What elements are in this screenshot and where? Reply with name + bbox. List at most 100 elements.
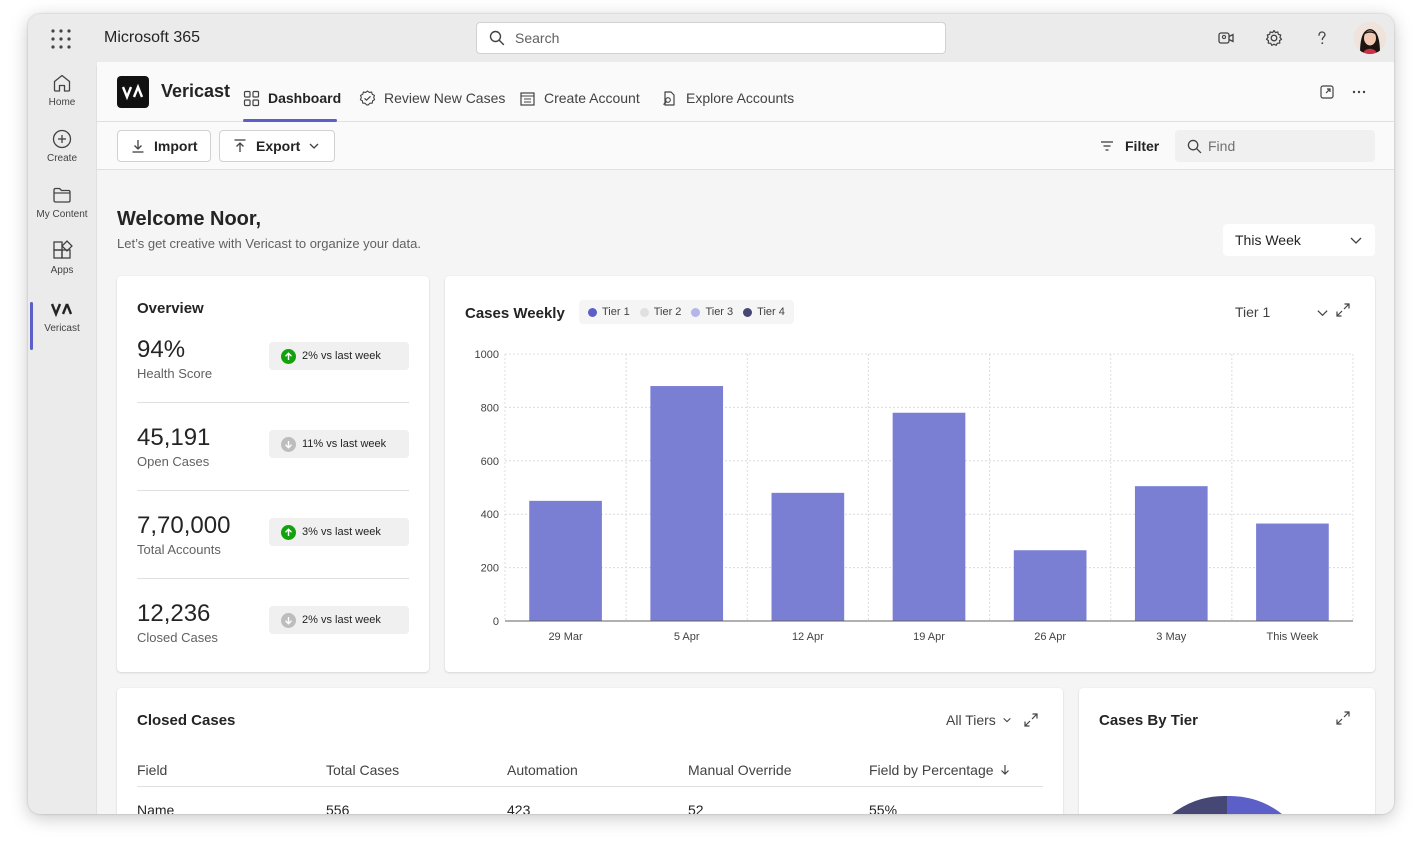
tier-filter-dropdown[interactable]: All Tiers <box>946 712 1012 728</box>
export-button[interactable]: Export <box>219 130 335 162</box>
user-avatar[interactable] <box>1354 22 1386 54</box>
y-tick-label: 400 <box>481 509 499 521</box>
bar-29-mar <box>529 500 602 621</box>
divider <box>137 578 409 579</box>
filter-button[interactable]: Filter <box>1099 138 1159 154</box>
arrow-down-icon <box>281 612 296 628</box>
download-arrow-icon <box>132 140 144 153</box>
tab-review-new-cases[interactable]: Review New Cases <box>359 88 505 108</box>
find-placeholder: Find <box>1208 138 1236 154</box>
import-button[interactable]: Import <box>117 130 211 162</box>
x-tick-label: This Week <box>1267 631 1319 643</box>
legend-dot <box>743 307 753 317</box>
legend-label: Tier 1 <box>602 306 630 318</box>
app-content: Vericast Dashboard Review New Cases Crea… <box>96 62 1394 814</box>
table-cell: Name <box>137 802 175 814</box>
trend-text: 11% vs last week <box>302 438 387 450</box>
chart-legend: Tier 1 Tier 2 Tier 3 Tier 4 <box>579 300 794 324</box>
help-icon[interactable] <box>1312 28 1332 48</box>
document-search-icon <box>663 90 675 106</box>
rail-item-apps[interactable]: Apps <box>28 240 96 292</box>
overview-item-open-cases: 45,191 Open Cases 11% vs last week <box>137 424 409 469</box>
upload-arrow-icon <box>234 139 246 152</box>
cases-by-tier-title: Cases By Tier <box>1099 712 1198 729</box>
chevron-down-icon <box>1350 237 1362 244</box>
table-cell: 423 <box>507 802 531 814</box>
tab-label: Dashboard <box>268 90 342 106</box>
tier-dropdown[interactable]: Tier 1 <box>1235 304 1329 320</box>
expand-icon[interactable] <box>1335 302 1351 318</box>
tab-create-account[interactable]: Create Account <box>519 88 640 108</box>
arrow-up-icon <box>281 348 296 364</box>
overview-card: Overview 94% Health Score 2% vs last wee… <box>117 276 429 672</box>
y-tick-label: 600 <box>481 456 499 468</box>
vericast-logo-icon <box>50 303 73 318</box>
bar-12-apr <box>771 492 845 621</box>
column-header-manual-override[interactable]: Manual Override <box>688 762 792 778</box>
period-dropdown[interactable]: This Week <box>1223 224 1375 256</box>
y-tick-label: 0 <box>493 616 499 628</box>
divider <box>137 402 409 403</box>
trend-badge: 2% vs last week <box>269 342 409 370</box>
import-label: Import <box>154 138 198 154</box>
bar-5-apr <box>650 386 724 621</box>
rail-item-my-content[interactable]: My Content <box>28 184 96 236</box>
expand-icon[interactable] <box>1335 710 1351 726</box>
trend-badge: 2% vs last week <box>269 606 409 634</box>
settings-gear-icon[interactable] <box>1264 28 1284 48</box>
tab-dashboard[interactable]: Dashboard <box>243 88 341 108</box>
tier-dropdown-value: Tier 1 <box>1235 304 1271 320</box>
bar-3-may <box>1134 486 1208 621</box>
chevron-down-icon <box>1003 717 1011 723</box>
filter-label: Filter <box>1125 138 1160 154</box>
donut-segment-tier-1 <box>1227 795 1282 814</box>
trend-badge: 11% vs last week <box>269 430 409 458</box>
column-header-field[interactable]: Field <box>137 762 167 778</box>
app-launcher-icon[interactable] <box>50 28 72 50</box>
rail-item-home[interactable]: Home <box>28 72 96 124</box>
legend-item-tier-3[interactable]: Tier 3 <box>691 306 733 318</box>
column-header-automation[interactable]: Automation <box>507 762 578 778</box>
more-options-icon[interactable] <box>1351 84 1367 100</box>
legend-dot <box>639 307 649 317</box>
donut-chart <box>1172 795 1282 814</box>
x-tick-label: 5 Apr <box>674 631 700 643</box>
rail-item-vericast[interactable]: Vericast <box>28 298 96 350</box>
trend-badge: 3% vs last week <box>269 518 409 546</box>
search-icon <box>1187 139 1202 153</box>
table-cell: 556 <box>326 802 350 814</box>
legend-dot <box>588 307 597 317</box>
popout-icon[interactable] <box>1319 84 1335 100</box>
meet-now-icon[interactable] <box>1216 28 1236 48</box>
rail-item-create[interactable]: Create <box>28 128 96 180</box>
search-icon <box>489 30 505 46</box>
bar-19-apr <box>892 412 966 621</box>
tab-label: Explore Accounts <box>686 90 795 106</box>
search-placeholder: Search <box>515 30 560 46</box>
bar-this-week <box>1256 523 1329 621</box>
legend-label: Tier 3 <box>705 306 734 318</box>
tab-explore-accounts[interactable]: Explore Accounts <box>661 88 794 108</box>
bar-26-apr <box>1013 550 1087 621</box>
x-tick-label: 29 Mar <box>548 631 583 643</box>
x-tick-label: 12 Apr <box>792 631 824 643</box>
search-input[interactable]: Search <box>476 22 946 54</box>
vericast-logo <box>117 76 149 108</box>
legend-item-tier-1[interactable]: Tier 1 <box>588 306 630 318</box>
trend-text: 3% vs last week <box>302 526 381 538</box>
x-tick-label: 19 Apr <box>913 631 945 643</box>
legend-item-tier-4[interactable]: Tier 4 <box>743 306 785 318</box>
left-app-rail: Home Create My Content Apps Vericast <box>28 62 96 814</box>
legend-item-tier-2[interactable]: Tier 2 <box>639 306 681 318</box>
app-header: Vericast Dashboard Review New Cases Crea… <box>97 62 1394 122</box>
chevron-down-icon <box>309 143 319 149</box>
find-input[interactable]: Find <box>1175 130 1375 162</box>
column-header-total-cases[interactable]: Total Cases <box>326 762 399 778</box>
filter-icon <box>1101 141 1113 151</box>
x-tick-label: 26 Apr <box>1034 631 1066 643</box>
cases-by-tier-card: Cases By Tier <box>1079 688 1375 814</box>
period-value: This Week <box>1235 232 1301 248</box>
expand-icon[interactable] <box>1023 712 1039 728</box>
column-header-field-by-percentage[interactable]: Field by Percentage <box>869 762 1010 778</box>
cases-weekly-bar-chart: 0 200 400 600 800 1000 29 Mar 5 Apr 12 Apr 19 Apr… <box>475 349 1354 643</box>
